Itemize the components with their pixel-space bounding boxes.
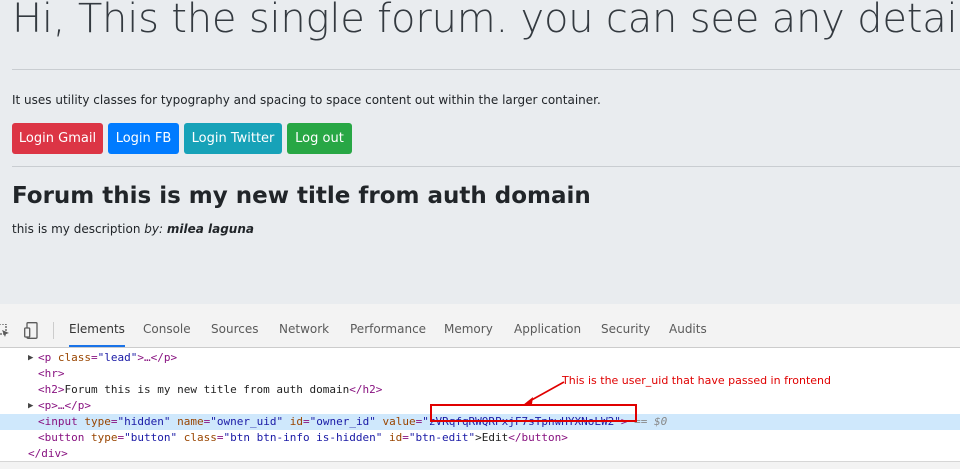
attr-value: "btn btn-info is-hidden": [223, 431, 383, 444]
devtools-resize-bar[interactable]: [0, 304, 960, 312]
login-gmail-button[interactable]: Login Gmail: [12, 123, 103, 154]
console-ref: == $0: [634, 415, 668, 428]
tag-text: </button>: [508, 431, 568, 444]
tab-security[interactable]: Security: [601, 312, 650, 347]
attr-value: "owner_uid": [210, 415, 284, 428]
forum-title: Forum this is my new title from auth dom…: [12, 183, 591, 209]
tag-text: >…</p>: [137, 351, 178, 364]
attr-name: class: [57, 351, 91, 364]
lead-text: It uses utility classes for typography a…: [12, 93, 601, 107]
attr-value: "owner_id": [309, 415, 376, 428]
tag-text: <hr>: [38, 367, 65, 380]
tag-text: <h2>: [38, 383, 65, 396]
divider: [12, 166, 960, 167]
by-label: by:: [144, 222, 164, 236]
attr-value: "btn-edit": [408, 431, 476, 444]
dom-node-p-lead[interactable]: ▶ <p class="lead">…</p>: [0, 350, 960, 366]
tag-text: </h2>: [349, 383, 383, 396]
dom-node-div-close[interactable]: </div>: [0, 446, 960, 462]
node-text: >Edit: [475, 431, 509, 444]
tab-performance[interactable]: Performance: [350, 312, 426, 347]
toolbar-separator: [53, 322, 54, 339]
attr-name: name: [177, 415, 204, 428]
dom-node-button[interactable]: <button type="button" class="btn btn-inf…: [0, 430, 960, 446]
tab-console[interactable]: Console: [143, 312, 191, 347]
attr-name: class: [183, 431, 217, 444]
annotation-text: This is the user_uid that have passed in…: [562, 374, 831, 387]
attr-name: type: [84, 415, 111, 428]
author-name: milea laguna: [166, 222, 254, 236]
tab-application[interactable]: Application: [514, 312, 581, 347]
login-twitter-button[interactable]: Login Twitter: [184, 123, 282, 154]
devtools-panel: Elements Console Sources Network Perform…: [0, 304, 960, 468]
page-content: Hi, This the single forum. you can see a…: [0, 0, 960, 304]
tab-audits[interactable]: Audits: [669, 312, 707, 347]
login-fb-button[interactable]: Login FB: [108, 123, 179, 154]
inspect-element-icon[interactable]: [0, 324, 10, 338]
attr-name: id: [289, 415, 303, 428]
description-text: this is my description: [12, 222, 141, 236]
expand-triangle-icon[interactable]: ▶: [28, 350, 33, 366]
hero-title: Hi, This the single forum. you can see a…: [12, 0, 960, 42]
tag-text: </div>: [28, 447, 68, 460]
tab-elements[interactable]: Elements: [69, 312, 125, 347]
expand-triangle-icon[interactable]: ▶: [28, 398, 33, 414]
tag-text: <p: [38, 351, 52, 364]
tab-memory[interactable]: Memory: [444, 312, 493, 347]
tab-sources[interactable]: Sources: [211, 312, 258, 347]
attr-name: value: [382, 415, 416, 428]
attr-name: type: [90, 431, 118, 444]
forum-description: this is my description by: milea laguna: [12, 222, 254, 236]
attr-value: "hidden": [117, 415, 171, 428]
tag-text: <p>…</p>: [38, 399, 91, 412]
node-text: Forum this is my new title from auth dom…: [64, 383, 350, 396]
attr-value: "button": [124, 431, 178, 444]
tab-network[interactable]: Network: [279, 312, 329, 347]
tag-text: <input: [38, 415, 78, 428]
logout-button[interactable]: Log out: [287, 123, 352, 154]
attr-value: "lead": [97, 351, 138, 364]
attr-name: id: [389, 431, 403, 444]
devtools-toolbar: Elements Console Sources Network Perform…: [0, 312, 960, 348]
device-toolbar-icon[interactable]: [24, 322, 38, 339]
tag-text: <button: [38, 431, 85, 444]
divider: [12, 69, 960, 70]
